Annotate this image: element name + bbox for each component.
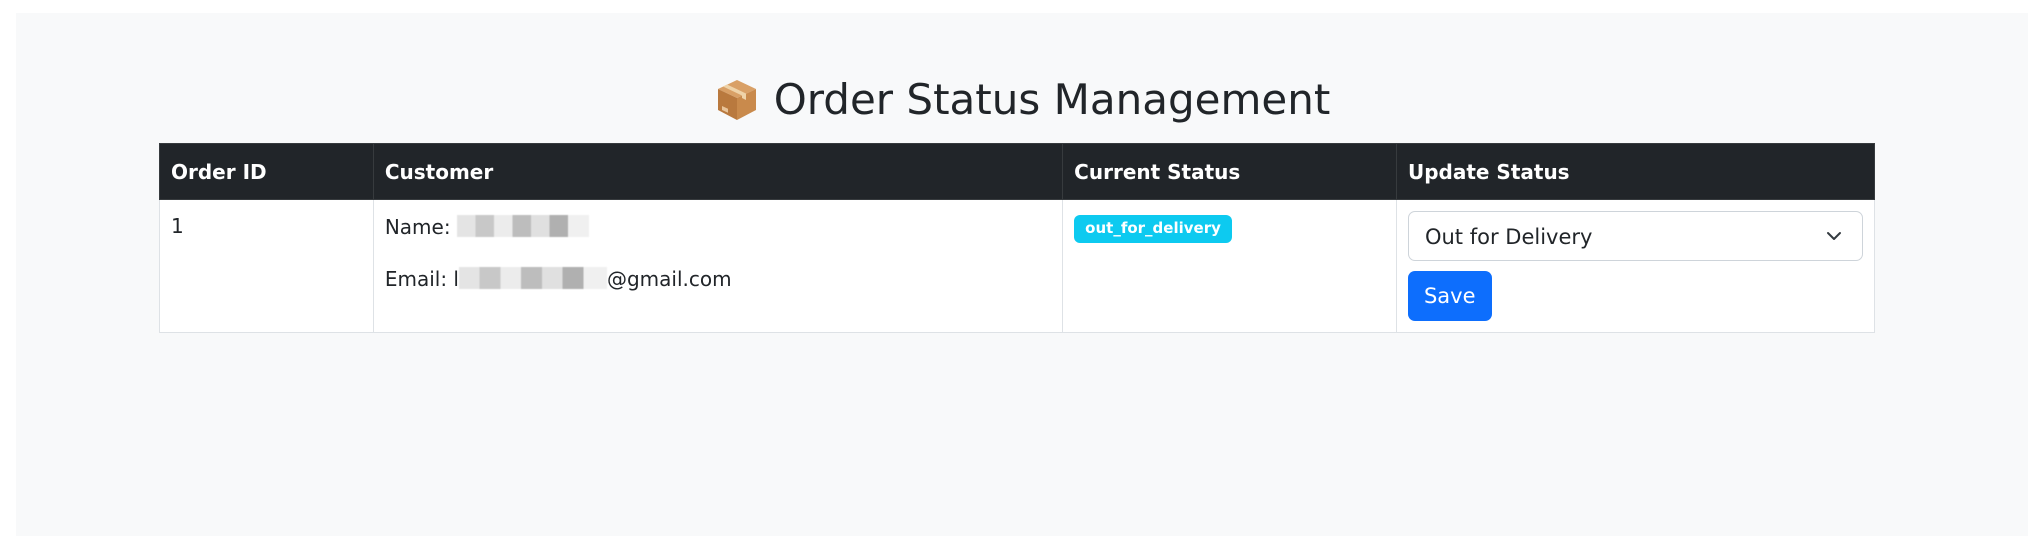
status-select[interactable]: Out for Delivery [1407,211,1863,261]
current-status-cell: out_for_delivery [1062,199,1397,333]
table-row: 1 Name: Email: l @gmail.com out_for_deliv… [159,199,1876,333]
customer-email-redacted [458,267,607,289]
customer-name-line: Name: [385,214,1051,240]
save-button[interactable]: Save [1407,271,1492,321]
page-title-text: Order Status Management [773,75,1331,124]
customer-name-redacted [456,215,589,237]
header-order-id: Order ID [159,143,374,200]
table-header-row: Order ID Customer Current Status Update … [159,143,1876,200]
status-badge: out_for_delivery [1074,215,1232,243]
status-select-value: Out for Delivery [1424,225,1593,249]
customer-email-suffix: @gmail.com [606,267,732,291]
order-id-cell: 1 [159,199,374,333]
package-icon [717,80,756,120]
page-container: Order Status Management Order ID Custome… [16,13,2028,536]
customer-email-label: Email: [384,267,448,291]
customer-name-label: Name: [384,215,451,239]
customer-email-line: Email: l @gmail.com [385,266,1051,292]
orders-table: Order ID Customer Current Status Update … [159,143,1876,333]
header-update-status: Update Status [1395,143,1876,200]
customer-cell: Name: Email: l @gmail.com [372,199,1064,333]
page-title: Order Status Management [16,73,2028,127]
header-current-status: Current Status [1062,143,1397,200]
update-status-cell: Out for Delivery Save [1395,199,1876,333]
chevron-down-icon [1826,232,1841,240]
order-id: 1 [171,214,184,238]
header-customer: Customer [372,143,1064,200]
